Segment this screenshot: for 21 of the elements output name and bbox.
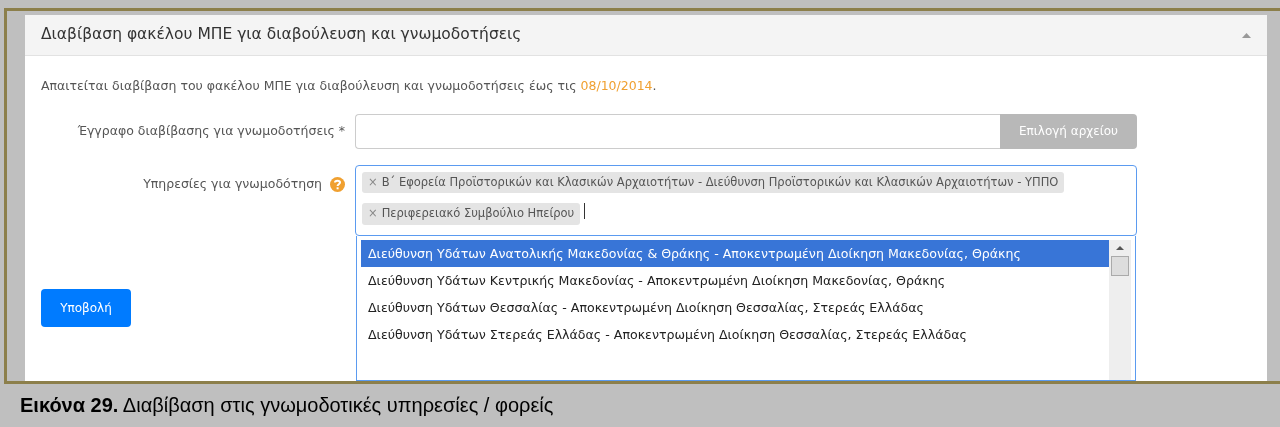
dropdown-option[interactable]: Διεύθυνση Υδάτων Θεσσαλίας - Αποκεντρωμένη Διοίκηση Θεσσαλίας, Στερεάς Ελλάδας: [361, 293, 1109, 321]
field-label: Υπηρεσίες για γνωμοδότηση: [143, 174, 322, 193]
selected-tag[interactable]: × Β΄ Εφορεία Προϊστορικών και Κλασικών Αρχαιοτήτων - Διεύθυνση Προϊστορικών και Κλασικών Αρχαιοτήτων - ΥΠΠΟ: [362, 171, 1065, 193]
panel-title: Διαβίβαση φακέλου ΜΠΕ για διαβούλευση και γνωμοδοτήσεις: [41, 24, 522, 46]
scrollbar[interactable]: [1109, 239, 1131, 380]
dropdown-option[interactable]: Διεύθυνση Υδάτων Ανατολικής Μακεδονίας & Θράκης - Αποκεντρωμένη Διοίκηση Μακεδονίας, Θράκης: [361, 239, 1109, 267]
notice-text: Απαιτείται διαβίβαση του φακέλου ΜΠΕ για διαβούλευση και γνωμοδοτήσεις έως τις 08/10/2014.: [41, 77, 658, 95]
text-cursor: [584, 203, 586, 220]
multi-select-field[interactable]: × Β΄ Εφορεία Προϊστορικών και Κλασικών Αρχαιοτήτων - Διεύθυνση Προϊστορικών και Κλασικών Αρχαιοτήτων - ΥΠΠΟ × Περιφερειακό Συμβούλιο Ηπείρου: [355, 164, 1137, 236]
field-label: Έγγραφο διαβίβασης για γνωμοδοτήσεις *: [77, 122, 345, 138]
file-input-field[interactable]: [355, 113, 1000, 149]
scrollbar-thumb[interactable]: [1111, 255, 1129, 276]
caption-number: Εικόνα 29.: [20, 394, 119, 416]
caption-text: Διαβίβαση στις γνωμοδοτικές υπηρεσίες / φορείς: [122, 394, 554, 416]
scroll-up-icon[interactable]: [1116, 245, 1124, 250]
dropdown-option[interactable]: Διεύθυνση Υδάτων Στερεάς Ελλάδας - Αποκεντρωμένη Διοίκηση Θεσσαλίας, Στερεάς Ελλάδας: [361, 320, 1109, 348]
dropdown-option[interactable]: Διεύθυνση Υδάτων Κεντρικής Μακεδονίας - Αποκεντρωμένη Διοίκηση Μακεδονίας, Θράκης: [361, 266, 1109, 294]
submit-button[interactable]: Υποβολή: [41, 288, 131, 327]
selected-tag[interactable]: × Περιφερειακό Συμβούλιο Ηπείρου: [362, 203, 581, 225]
collapse-caret-icon[interactable]: [1242, 32, 1251, 38]
help-icon[interactable]: [330, 176, 345, 192]
